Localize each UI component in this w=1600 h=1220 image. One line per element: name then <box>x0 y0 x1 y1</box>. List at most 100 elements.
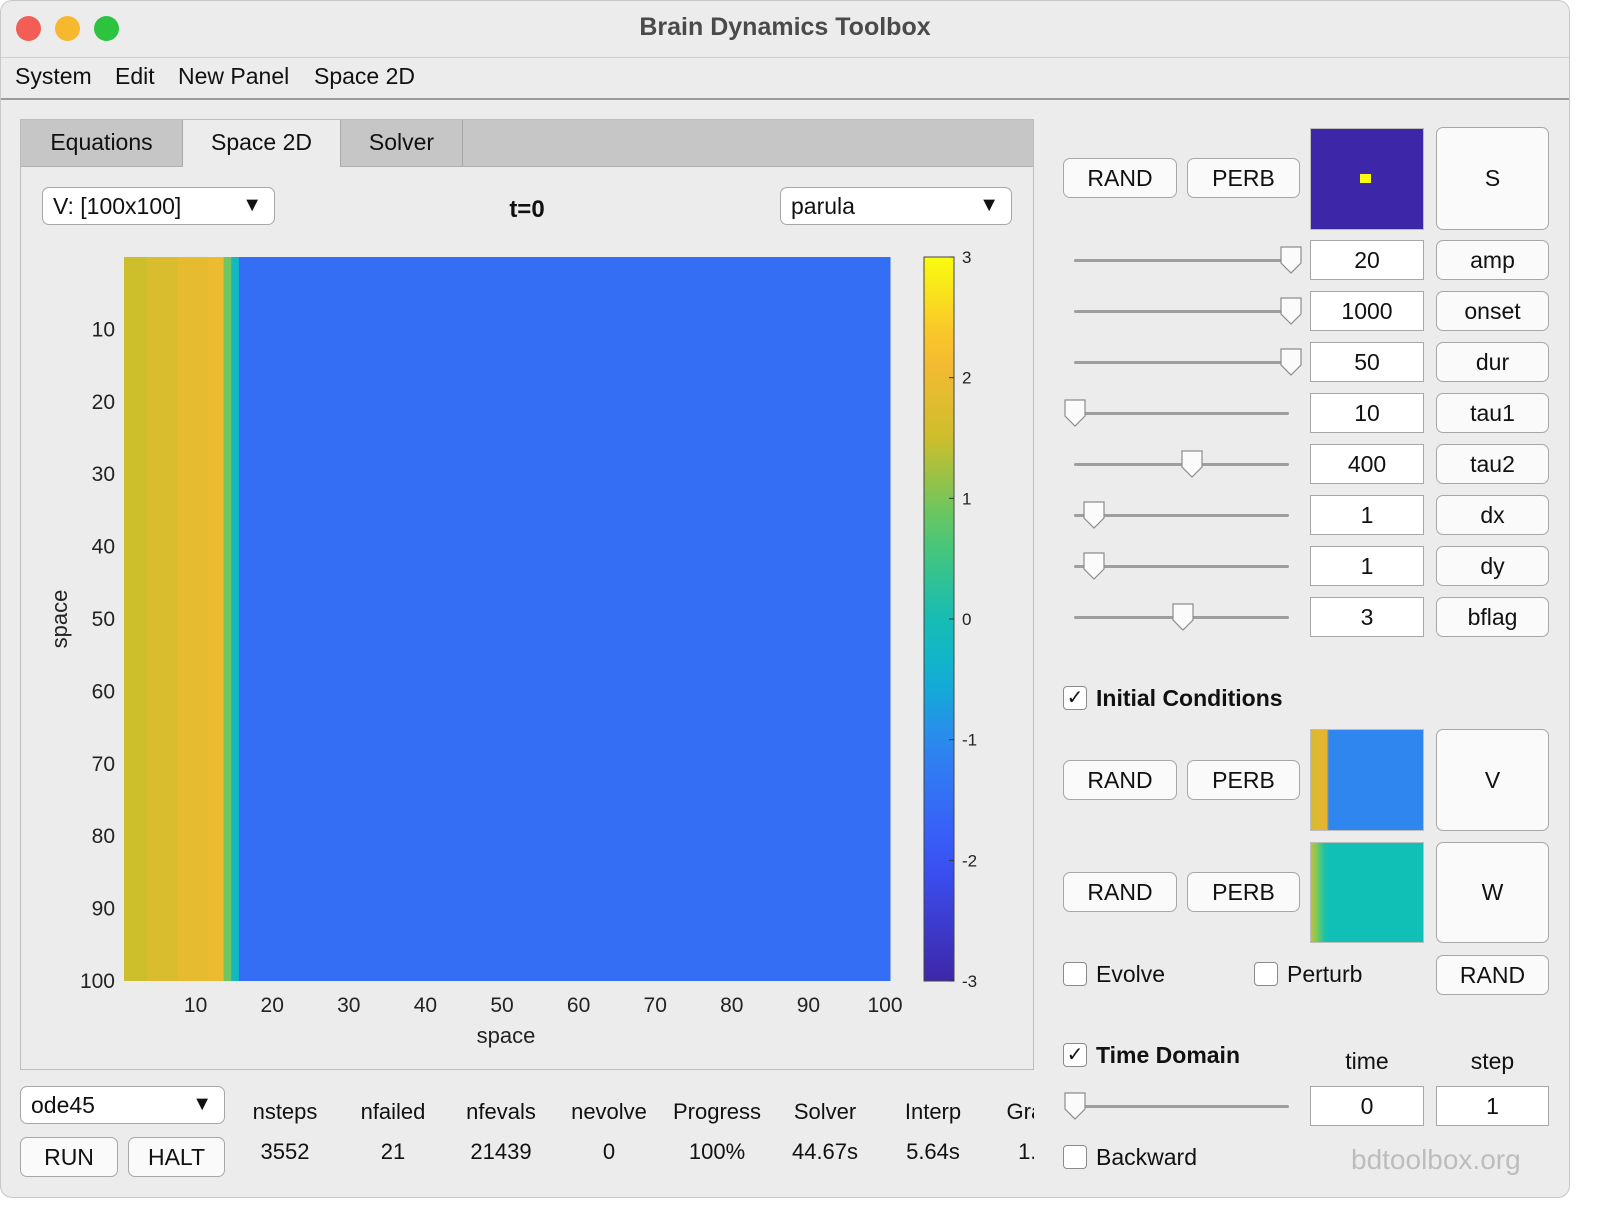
heatmap-band <box>177 257 209 981</box>
param-name-button[interactable]: dur <box>1436 342 1549 382</box>
time-domain-checkbox[interactable]: ✓ <box>1063 1043 1087 1067</box>
menu-edit[interactable]: Edit <box>115 63 155 90</box>
perturb-label: Perturb <box>1287 961 1363 987</box>
param-slider-thumb[interactable] <box>1063 398 1087 433</box>
stat-value: 21439 <box>470 1139 532 1164</box>
y-tick-label: 90 <box>92 898 115 921</box>
backward-checkbox[interactable] <box>1063 1145 1087 1169</box>
stat-value: 44.67s <box>791 1139 859 1164</box>
initial-conditions-checkbox[interactable]: ✓ <box>1063 686 1087 710</box>
param-name-button[interactable]: tau1 <box>1436 393 1549 433</box>
watermark: bdtoolbox.org <box>1351 1144 1521 1175</box>
evolve-checkbox[interactable] <box>1063 962 1087 986</box>
param-name-button[interactable]: bflag <box>1436 597 1549 637</box>
param-slider-thumb[interactable] <box>1279 347 1303 382</box>
heatmap-band <box>124 257 148 981</box>
solver-select-value: ode45 <box>31 1092 95 1118</box>
stim-perb-button[interactable]: PERB <box>1187 158 1300 198</box>
param-slider-thumb[interactable] <box>1171 602 1195 637</box>
stat-header: Grap <box>1006 1099 1034 1124</box>
param-slider-thumb[interactable] <box>1279 245 1303 280</box>
w-initial-preview[interactable] <box>1310 842 1424 943</box>
perturb-checkbox[interactable] <box>1254 962 1278 986</box>
w-button[interactable]: W <box>1436 842 1549 943</box>
x-tick-label: 90 <box>797 994 820 1017</box>
param-name-button[interactable]: tau2 <box>1436 444 1549 484</box>
window-title: Brain Dynamics Toolbox <box>639 13 931 41</box>
colorbar-tick-label: -3 <box>962 972 977 991</box>
colorbar-tick-label: 0 <box>962 610 971 629</box>
x-tick-label: 40 <box>414 994 437 1017</box>
stat-value: 1.( <box>1018 1139 1034 1164</box>
stat-header: Solver <box>793 1099 857 1124</box>
run-button[interactable]: RUN <box>20 1137 118 1177</box>
w-perb-button[interactable]: PERB <box>1187 872 1300 912</box>
param-value-input[interactable]: 3 <box>1310 597 1424 637</box>
time-slider-thumb[interactable] <box>1063 1091 1087 1121</box>
param-value-input[interactable]: 1 <box>1310 546 1424 586</box>
colorbar-tick-label: 2 <box>962 369 971 388</box>
param-value-input[interactable]: 50 <box>1310 342 1424 382</box>
y-tick-label: 80 <box>92 825 115 848</box>
param-name-button[interactable]: amp <box>1436 240 1549 280</box>
stat-value: 3552 <box>260 1139 310 1164</box>
stat-value: 5.64s <box>906 1139 960 1164</box>
y-axis-label: space <box>47 590 72 649</box>
y-tick-label: 100 <box>80 970 115 993</box>
x-tick-label: 50 <box>490 994 513 1017</box>
heatmap-band <box>238 257 891 981</box>
param-slider-thumb[interactable] <box>1082 500 1106 535</box>
param-slider-track[interactable] <box>1074 412 1289 415</box>
halt-button[interactable]: HALT <box>128 1137 225 1177</box>
colorbar-tick-label: 3 <box>962 248 971 267</box>
step-input[interactable]: 1 <box>1436 1086 1549 1126</box>
menu-bar: System Edit New Panel Space 2D <box>1 57 1569 100</box>
param-slider-thumb[interactable] <box>1180 449 1204 484</box>
param-name-button[interactable]: dx <box>1436 495 1549 535</box>
space-2d-plot[interactable]: 10 20 30 40 50 60 70 80 90 1001020304050607080901… <box>21 120 1031 1067</box>
w-rand-button[interactable]: RAND <box>1063 872 1177 912</box>
v-initial-preview[interactable] <box>1310 729 1424 831</box>
stim-rand-button[interactable]: RAND <box>1063 158 1177 198</box>
initial-conditions-label: Initial Conditions <box>1096 685 1283 711</box>
stim-spot <box>1360 174 1371 183</box>
x-tick-label: 30 <box>337 994 360 1017</box>
stat-value: 21 <box>380 1139 406 1164</box>
stat-value: 100% <box>688 1139 746 1164</box>
param-value-input[interactable]: 20 <box>1310 240 1424 280</box>
param-name-button[interactable]: onset <box>1436 291 1549 331</box>
app-window: Brain Dynamics Toolbox System Edit New P… <box>0 0 1570 1198</box>
param-value-input[interactable]: 1000 <box>1310 291 1424 331</box>
x-tick-label: 100 <box>867 994 902 1017</box>
solver-select[interactable]: ode45 ▼ <box>20 1086 225 1124</box>
menu-system[interactable]: System <box>15 63 92 90</box>
time-input[interactable]: 0 <box>1310 1086 1424 1126</box>
v-button[interactable]: V <box>1436 729 1549 831</box>
stim-s-button[interactable]: S <box>1436 127 1549 230</box>
time-slider-track[interactable] <box>1074 1105 1289 1108</box>
param-slider-track[interactable] <box>1074 259 1289 262</box>
y-tick-label: 50 <box>92 608 115 631</box>
time-domain-label: Time Domain <box>1096 1042 1240 1068</box>
x-tick-label: 10 <box>184 994 207 1017</box>
v-rand-button[interactable]: RAND <box>1063 760 1177 800</box>
param-slider-thumb[interactable] <box>1082 551 1106 586</box>
stat-header: nevolve <box>571 1099 647 1124</box>
param-slider-track[interactable] <box>1074 310 1289 313</box>
heatmap-band <box>146 257 179 981</box>
rand-all-button[interactable]: RAND <box>1436 955 1549 995</box>
param-value-input[interactable]: 1 <box>1310 495 1424 535</box>
stim-preview[interactable] <box>1310 128 1424 230</box>
param-slider-thumb[interactable] <box>1279 296 1303 331</box>
param-value-input[interactable]: 10 <box>1310 393 1424 433</box>
v-perb-button[interactable]: PERB <box>1187 760 1300 800</box>
colorbar-tick-label: 1 <box>962 489 971 508</box>
param-name-button[interactable]: dy <box>1436 546 1549 586</box>
time-header: time <box>1345 1048 1389 1074</box>
menu-space-2d[interactable]: Space 2D <box>314 63 415 90</box>
x-tick-label: 20 <box>261 994 284 1017</box>
title-bar: Brain Dynamics Toolbox <box>1 1 1569 57</box>
param-slider-track[interactable] <box>1074 361 1289 364</box>
menu-new-panel[interactable]: New Panel <box>178 63 289 90</box>
param-value-input[interactable]: 400 <box>1310 444 1424 484</box>
